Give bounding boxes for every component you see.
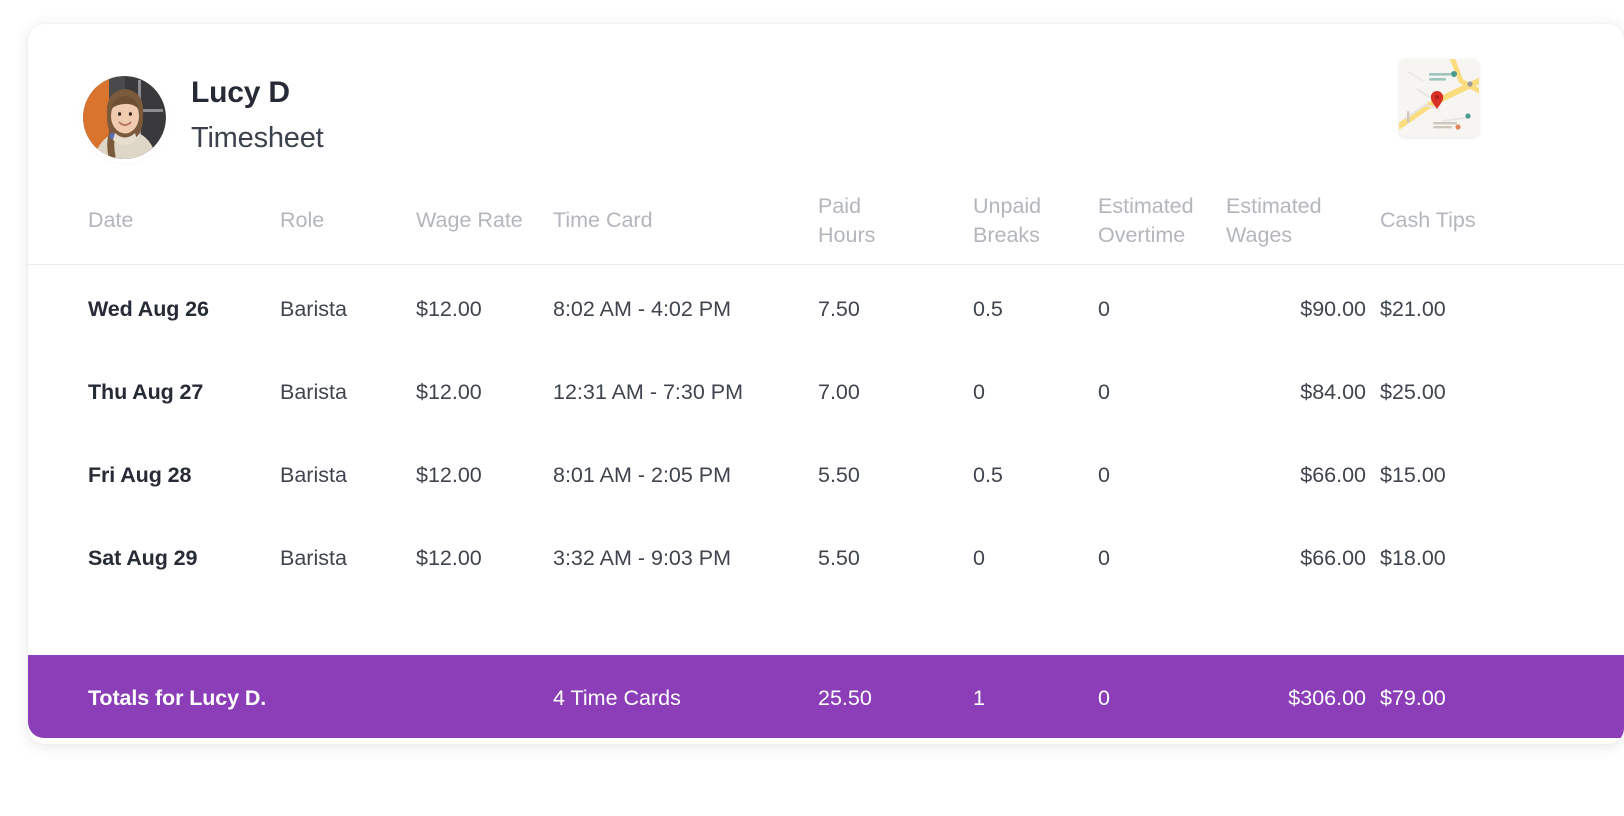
column-header-time-card: Time Card (553, 208, 653, 232)
table-row[interactable]: Fri Aug 28 Barista $12.00 8:01 AM - 2:05… (28, 431, 1624, 514)
column-header-role: Role (280, 208, 325, 232)
cell-role: Barista (280, 463, 347, 487)
column-header-date: Date (88, 208, 134, 232)
cell-role: Barista (280, 297, 347, 321)
totals-cash-tips: $79.00 (1380, 686, 1446, 710)
cell-estimated-overtime: 0 (1098, 297, 1110, 321)
column-header-cash-tips: Cash Tips (1380, 208, 1476, 232)
column-header-line: Overtime (1098, 222, 1186, 247)
cell-wage-rate: $12.00 (416, 546, 482, 570)
cell-estimated-wages: $66.00 (1300, 463, 1366, 487)
totals-estimated-overtime: 0 (1098, 686, 1110, 710)
cell-time-card: 12:31 AM - 7:30 PM (553, 380, 744, 404)
column-header-line: Paid (818, 194, 862, 218)
card-header: Lucy D Timesheet Date Role Wage Rate Tim… (28, 24, 1624, 265)
map-thumbnail[interactable] (1399, 59, 1479, 137)
cell-date: Sat Aug 29 (88, 546, 198, 570)
cell-wage-rate: $12.00 (416, 380, 482, 404)
cell-cash-tips: $25.00 (1380, 380, 1446, 404)
page-title: Lucy D (191, 76, 290, 109)
identity-block: Lucy D Timesheet (191, 75, 324, 156)
column-header-paid-hours: Paid Hours (818, 192, 875, 249)
column-header-line: Unpaid (973, 194, 1042, 218)
column-header-line: Breaks (973, 222, 1040, 247)
cell-cash-tips: $15.00 (1380, 463, 1446, 487)
cell-date: Thu Aug 27 (88, 380, 204, 404)
table-body: Wed Aug 26 Barista $12.00 8:02 AM - 4:02… (28, 265, 1624, 655)
page-subtitle: Timesheet (191, 121, 324, 154)
cell-role: Barista (280, 546, 347, 570)
timesheet-screen: Lucy D Timesheet Date Role Wage Rate Tim… (0, 0, 1624, 816)
totals-paid-hours: 25.50 (818, 686, 872, 710)
column-header-line: Hours (818, 222, 876, 247)
cell-cash-tips: $18.00 (1380, 546, 1446, 570)
column-header-estimated-overtime: Estimated Overtime (1098, 192, 1194, 249)
column-header-wage-rate: Wage Rate (416, 208, 523, 232)
cell-paid-hours: 5.50 (818, 463, 860, 487)
table-row[interactable]: Wed Aug 26 Barista $12.00 8:02 AM - 4:02… (28, 265, 1624, 348)
totals-estimated-wages: $306.00 (1288, 686, 1366, 710)
table-header-row: Date Role Wage Rate Time Card Paid Hours… (28, 184, 1624, 265)
cell-paid-hours: 7.00 (818, 380, 860, 404)
column-header-estimated-wages: Estimated Wages (1226, 192, 1366, 249)
cell-paid-hours: 5.50 (818, 546, 860, 570)
cell-role: Barista (280, 380, 347, 404)
cell-wage-rate: $12.00 (416, 463, 482, 487)
totals-row: Totals for Lucy D. 4 Time Cards 25.50 1 … (28, 655, 1624, 738)
timesheet-card: Lucy D Timesheet Date Role Wage Rate Tim… (28, 24, 1624, 744)
cell-time-card: 8:01 AM - 2:05 PM (553, 463, 732, 487)
totals-time-cards-count: 4 Time Cards (553, 686, 681, 710)
column-header-line: Estimated (1098, 194, 1194, 218)
cell-date: Fri Aug 28 (88, 463, 192, 487)
column-header-unpaid-breaks: Unpaid Breaks (973, 192, 1041, 249)
cell-unpaid-breaks: 0 (973, 546, 985, 570)
column-header-line: Estimated (1226, 194, 1322, 218)
column-header-line: Wages (1226, 222, 1293, 247)
avatar (83, 76, 166, 159)
cell-estimated-wages: $84.00 (1300, 380, 1366, 404)
cell-estimated-overtime: 0 (1098, 546, 1110, 570)
cell-cash-tips: $21.00 (1380, 297, 1446, 321)
location-map-thumbnail (1399, 59, 1479, 137)
cell-time-card: 8:02 AM - 4:02 PM (553, 297, 732, 321)
cell-unpaid-breaks: 0.5 (973, 463, 1003, 487)
cell-wage-rate: $12.00 (416, 297, 482, 321)
table-row[interactable]: Sat Aug 29 Barista $12.00 3:32 AM - 9:03… (28, 514, 1624, 597)
employee-avatar-photo (83, 76, 166, 159)
cell-unpaid-breaks: 0.5 (973, 297, 1003, 321)
cell-estimated-wages: $90.00 (1300, 297, 1366, 321)
cell-estimated-overtime: 0 (1098, 380, 1110, 404)
table-row[interactable]: Thu Aug 27 Barista $12.00 12:31 AM - 7:3… (28, 348, 1624, 431)
totals-label: Totals for Lucy D. (88, 686, 267, 710)
cell-date: Wed Aug 26 (88, 297, 209, 321)
cell-unpaid-breaks: 0 (973, 380, 985, 404)
totals-unpaid-breaks: 1 (973, 686, 985, 710)
cell-time-card: 3:32 AM - 9:03 PM (553, 546, 732, 570)
cell-estimated-overtime: 0 (1098, 463, 1110, 487)
cell-paid-hours: 7.50 (818, 297, 860, 321)
cell-estimated-wages: $66.00 (1300, 546, 1366, 570)
